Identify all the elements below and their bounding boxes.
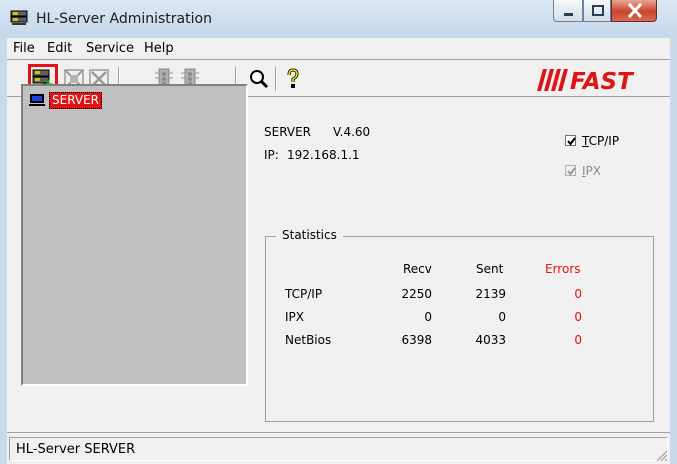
server-version: V.4.60 (333, 125, 371, 139)
search-icon (250, 70, 269, 89)
statistics-title: Statistics (276, 228, 343, 242)
row-errors: 0 (574, 310, 582, 324)
ipx-checkbox[interactable]: IPX (565, 164, 645, 180)
row-name: IPX (285, 310, 304, 324)
window-title: HL-Server Administration (36, 11, 212, 27)
row-name: TCP/IP (285, 287, 323, 301)
header-errors: Errors (545, 262, 581, 276)
header-sent: Sent (476, 262, 504, 276)
ip-label: IP: (264, 148, 279, 162)
row-recv: 2250 (401, 287, 432, 301)
computer-icon (29, 94, 45, 106)
check-icon (567, 137, 576, 146)
tree-item-label: SERVER (49, 92, 103, 109)
row-errors: 0 (574, 333, 582, 347)
logo-text: FAST (570, 69, 635, 91)
menu-bar: File Edit Service Help (7, 38, 670, 59)
search-button[interactable] (247, 67, 271, 91)
checkbox-box (565, 135, 576, 146)
resize-grip-icon[interactable] (654, 448, 668, 462)
status-panel: HL-Server SERVER (9, 437, 668, 461)
window-frame-right (670, 38, 677, 464)
row-name: NetBios (285, 333, 332, 347)
close-icon (627, 2, 643, 19)
maximize-button[interactable] (583, 0, 611, 22)
server-name: SERVER (264, 125, 312, 139)
row-sent: 4033 (475, 333, 506, 347)
toolbar-separator (275, 67, 277, 91)
minimize-button[interactable] (553, 0, 583, 22)
check-icon (567, 167, 576, 176)
close-button[interactable] (611, 0, 657, 22)
server-tree[interactable]: SERVER (21, 84, 248, 386)
row-sent: 0 (498, 310, 506, 324)
title-bar[interactable]: HL-Server Administration (0, 0, 677, 38)
server-app-icon[interactable] (10, 10, 28, 26)
checkbox-box (565, 165, 576, 176)
row-recv: 6398 (401, 333, 432, 347)
row-sent: 2139 (475, 287, 506, 301)
window-frame-left (0, 38, 7, 464)
header-recv: Recv (403, 262, 432, 276)
menu-help[interactable]: Help (144, 41, 174, 56)
row-recv: 0 (424, 310, 432, 324)
main-window: HL-Server Administration File Edit Servi… (0, 0, 677, 464)
status-bar: HL-Server SERVER (7, 432, 670, 464)
tcpip-label: TCP/IP (582, 134, 620, 148)
statistics-group: Statistics Recv Sent Errors TCP/IP 2250 … (265, 228, 654, 422)
help-button[interactable] (281, 67, 305, 91)
status-text: HL-Server SERVER (16, 442, 136, 457)
menu-service[interactable]: Service (86, 41, 134, 56)
tcpip-checkbox[interactable]: TCP/IP (565, 134, 645, 150)
help-question-icon (287, 68, 299, 88)
row-errors: 0 (574, 287, 582, 301)
client-area: File Edit Service Help FAST SERVER SERVE… (7, 38, 670, 464)
maximize-icon (592, 5, 604, 16)
fast-logo: FAST (537, 69, 663, 95)
minimize-icon (564, 13, 573, 16)
menu-edit[interactable]: Edit (47, 41, 72, 56)
ipx-label: IPX (582, 164, 602, 178)
ip-address: 192.168.1.1 (287, 148, 360, 162)
menu-file[interactable]: File (13, 41, 35, 56)
